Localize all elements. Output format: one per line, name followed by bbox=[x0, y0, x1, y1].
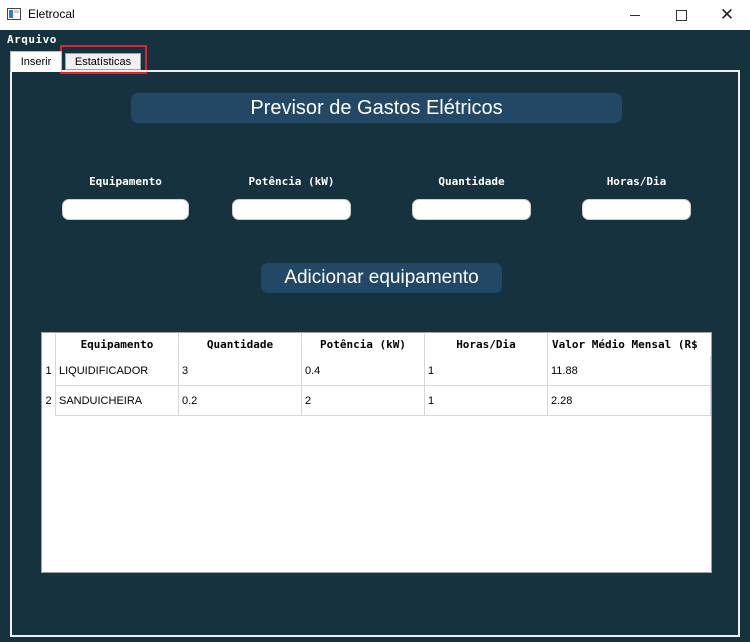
table-cell[interactable]: 0.4 bbox=[302, 356, 425, 386]
table-cell[interactable]: LIQUIDIFICADOR bbox=[56, 356, 179, 386]
title-bar: Eletrocal ✕ bbox=[0, 0, 750, 30]
equipamento-label: Equipamento bbox=[89, 175, 162, 188]
column-header-potencia[interactable]: Potência (kW) bbox=[302, 333, 425, 356]
column-header-quantidade[interactable]: Quantidade bbox=[179, 333, 302, 356]
horas-dia-input[interactable] bbox=[582, 199, 691, 220]
horas-dia-label: Horas/Dia bbox=[606, 175, 667, 188]
table-cell[interactable]: 2.28 bbox=[548, 386, 711, 416]
app-icon bbox=[7, 8, 21, 20]
potencia-input[interactable] bbox=[232, 199, 351, 220]
close-button[interactable]: ✕ bbox=[704, 0, 750, 30]
page-title: Previsor de Gastos Elétricos bbox=[131, 93, 622, 123]
table-corner bbox=[42, 333, 56, 356]
potencia-label: Potência (kW) bbox=[248, 175, 335, 188]
column-header-horas-dia[interactable]: Horas/Dia bbox=[425, 333, 548, 356]
window-title: Eletrocal bbox=[28, 7, 75, 21]
table-cell[interactable]: 2 bbox=[302, 386, 425, 416]
table-cell[interactable]: 3 bbox=[179, 356, 302, 386]
row-header[interactable]: 1 bbox=[42, 356, 56, 386]
table-cell[interactable]: 1 bbox=[425, 386, 548, 416]
row-header[interactable]: 2 bbox=[42, 386, 56, 416]
menu-arquivo[interactable]: Arquivo bbox=[7, 33, 57, 46]
table-cell[interactable]: 0.2 bbox=[179, 386, 302, 416]
equipamento-input[interactable] bbox=[62, 199, 189, 220]
maximize-button[interactable] bbox=[658, 0, 704, 30]
table-cell[interactable]: SANDUICHEIRA bbox=[56, 386, 179, 416]
maximize-icon bbox=[675, 9, 687, 21]
quantidade-label: Quantidade bbox=[438, 175, 505, 188]
add-equipment-button[interactable]: Adicionar equipamento bbox=[261, 263, 502, 293]
table-cell[interactable]: 11.88 bbox=[548, 356, 711, 386]
equipment-table[interactable]: Equipamento Quantidade Potência (kW) Hor… bbox=[41, 332, 712, 573]
column-header-valor-medio[interactable]: Valor Médio Mensal (R$ bbox=[548, 333, 711, 356]
minimize-icon bbox=[630, 14, 640, 16]
column-header-equipamento[interactable]: Equipamento bbox=[56, 333, 179, 356]
close-icon: ✕ bbox=[719, 4, 735, 25]
minimize-button[interactable] bbox=[612, 0, 658, 30]
table-cell[interactable]: 1 bbox=[425, 356, 548, 386]
tab-inserir[interactable]: Inserir bbox=[10, 51, 62, 72]
quantidade-input[interactable] bbox=[412, 199, 531, 220]
